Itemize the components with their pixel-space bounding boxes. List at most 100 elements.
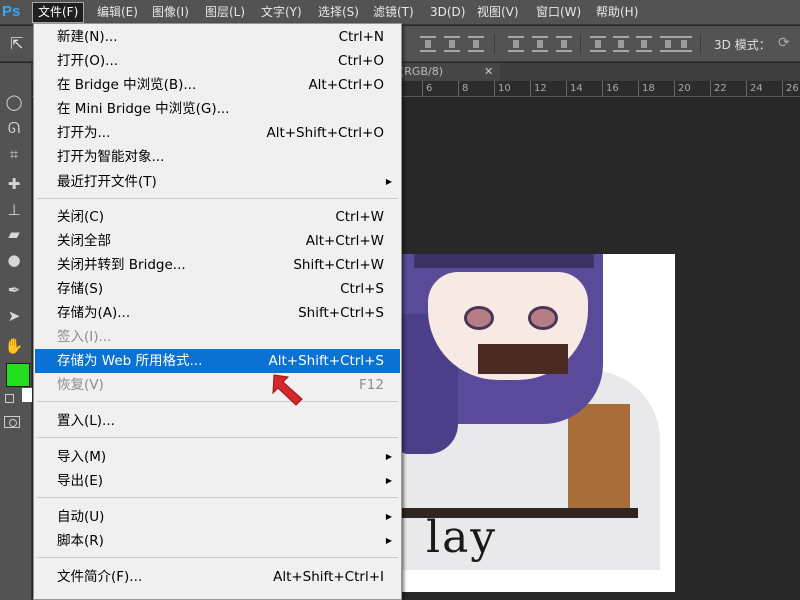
options-divider: [580, 34, 581, 54]
menu-file[interactable]: 文件(F): [31, 2, 85, 23]
background-color-swatch[interactable]: [22, 388, 32, 402]
menu-help[interactable]: 帮助(H): [591, 3, 643, 22]
menu-item-shortcut: Alt+Ctrl+W: [305, 233, 384, 249]
menu-item-label: 置入(L)...: [57, 413, 115, 429]
document-canvas[interactable]: lay: [398, 254, 675, 592]
ruler-tick: [566, 81, 567, 96]
ruler-number: 14: [570, 83, 583, 94]
menu-item-revert: 恢复(V) F12: [35, 373, 400, 397]
distribute-top-icon[interactable]: [508, 36, 524, 52]
options-divider: [494, 34, 495, 54]
menu-item-save[interactable]: 存储(S) Ctrl+S: [35, 277, 400, 301]
hand-icon[interactable]: ✋: [3, 335, 25, 357]
menu-item-place[interactable]: 置入(L)...: [35, 409, 400, 433]
menu-item-close[interactable]: 关闭(C) Ctrl+W: [35, 205, 400, 229]
ruler-number: 8: [462, 83, 469, 94]
menu-item-open-smart-object[interactable]: 打开为智能对象...: [35, 145, 400, 169]
blur-drop-icon[interactable]: ●: [3, 249, 25, 271]
menu-item-shortcut: Alt+Shift+Ctrl+I: [273, 569, 384, 585]
menu-filter[interactable]: 滤镜(T): [368, 3, 419, 22]
menu-item-label: 关闭并转到 Bridge...: [57, 257, 186, 273]
default-colors-icon[interactable]: [5, 394, 14, 403]
path-select-icon[interactable]: ➤: [3, 305, 25, 327]
distribute-vcenter-icon[interactable]: [532, 36, 548, 52]
eraser-icon[interactable]: ▰: [3, 223, 25, 245]
ruler-number: 16: [606, 83, 619, 94]
align-hcenter-icon[interactable]: [613, 36, 629, 52]
align-left-icon[interactable]: [590, 36, 606, 52]
menu-layer[interactable]: 图层(L): [200, 3, 250, 22]
menu-item-import[interactable]: 导入(M) ▶: [35, 445, 400, 469]
menu-item-label: 关闭(C): [57, 209, 104, 225]
menu-item-export[interactable]: 导出(E) ▶: [35, 469, 400, 493]
healing-brush-icon[interactable]: ✚: [3, 173, 25, 195]
menu-separator: [37, 557, 398, 558]
menu-image[interactable]: 图像(I): [147, 3, 194, 22]
menu-item-shortcut: Ctrl+W: [335, 209, 384, 225]
menu-item-shortcut: Ctrl+S: [340, 281, 384, 297]
foreground-color-swatch[interactable]: [6, 363, 30, 387]
menu-item-browse-bridge[interactable]: 在 Bridge 中浏览(B)... Alt+Ctrl+O: [35, 73, 400, 97]
image-hairband: [414, 254, 594, 268]
close-icon[interactable]: ✕: [484, 63, 493, 81]
menu-item-new[interactable]: 新建(N)... Ctrl+N: [35, 25, 400, 49]
menu-item-label: 存储为 Web 所用格式...: [57, 353, 203, 369]
menu-item-file-info[interactable]: 文件简介(F)... Alt+Shift+Ctrl+I: [35, 565, 400, 589]
menu-item-scripts[interactable]: 脚本(R) ▶: [35, 529, 400, 553]
menu-edit[interactable]: 编辑(E): [92, 3, 143, 22]
menu-item-label: 文件简介(F)...: [57, 569, 143, 585]
ruler-number: 22: [714, 83, 727, 94]
menu-window[interactable]: 窗口(W): [531, 3, 586, 22]
menu-item-label: 打开为...: [57, 125, 111, 141]
menu-item-label: 存储(S): [57, 281, 104, 297]
ruler-tick: [602, 81, 603, 96]
distribute-h-icon[interactable]: [660, 36, 676, 52]
menu-item-close-all[interactable]: 关闭全部 Alt+Ctrl+W: [35, 229, 400, 253]
menu-item-label: 脚本(R): [57, 533, 104, 549]
menu-view[interactable]: 视图(V): [472, 3, 524, 22]
lasso-icon[interactable]: ᘏ: [3, 117, 25, 139]
align-top-icon[interactable]: [420, 36, 436, 52]
marquee-icon[interactable]: ◯: [3, 91, 25, 113]
align-right-icon[interactable]: [636, 36, 652, 52]
align-bottom-icon[interactable]: [468, 36, 484, 52]
menu-item-shortcut: F12: [359, 377, 384, 393]
menu-item-label: 自动(U): [57, 509, 105, 525]
menu-item-open-as[interactable]: 打开为... Alt+Shift+Ctrl+O: [35, 121, 400, 145]
crop-icon[interactable]: ⌗: [3, 143, 25, 165]
menu-item-label: 打开(O)...: [57, 53, 119, 69]
menu-item-shortcut: Shift+Ctrl+S: [298, 305, 384, 321]
ruler-tick: [458, 81, 459, 96]
menu-item-save-for-web[interactable]: 存储为 Web 所用格式... Alt+Shift+Ctrl+S: [35, 349, 400, 373]
menu-separator: [37, 198, 398, 199]
menu-select[interactable]: 选择(S): [313, 3, 364, 22]
menu-item-open[interactable]: 打开(O)... Ctrl+O: [35, 49, 400, 73]
menu-separator: [37, 437, 398, 438]
ruler-number: 26: [786, 83, 799, 94]
ruler-tick: [638, 81, 639, 96]
quick-mask-icon[interactable]: [4, 416, 20, 428]
menu-item-close-goto-bridge[interactable]: 关闭并转到 Bridge... Shift+Ctrl+W: [35, 253, 400, 277]
menu-item-label: 最近打开文件(T): [57, 174, 157, 190]
distribute-bottom-icon[interactable]: [556, 36, 572, 52]
ruler-number: 18: [642, 83, 655, 94]
move-arrow-icon[interactable]: ⇱: [10, 34, 23, 53]
image-sleeve: [568, 404, 630, 514]
menu-item-browse-mini-bridge[interactable]: 在 Mini Bridge 中浏览(G)...: [35, 97, 400, 121]
ruler-number: 12: [534, 83, 547, 94]
3d-mode-label: 3D 模式：: [714, 38, 771, 52]
menu-item-recent-files[interactable]: 最近打开文件(T) ▶: [35, 170, 400, 194]
ruler-number: 6: [426, 83, 433, 94]
menu-3d[interactable]: 3D(D): [425, 3, 470, 22]
menu-item-automate[interactable]: 自动(U) ▶: [35, 505, 400, 529]
menu-item-save-as[interactable]: 存储为(A)... Shift+Ctrl+S: [35, 301, 400, 325]
menu-item-label: 在 Mini Bridge 中浏览(G)...: [57, 101, 230, 117]
menu-item-label: 导入(M): [57, 449, 107, 465]
3d-rotate-icon[interactable]: ⟳: [778, 35, 796, 53]
align-vcenter-icon[interactable]: [444, 36, 460, 52]
menu-item-label: 新建(N)...: [57, 29, 118, 45]
menu-type[interactable]: 文字(Y): [256, 3, 307, 22]
stamp-icon[interactable]: ⊥: [3, 199, 25, 221]
auto-align-icon[interactable]: [676, 36, 692, 52]
pen-icon[interactable]: ✒: [3, 279, 25, 301]
